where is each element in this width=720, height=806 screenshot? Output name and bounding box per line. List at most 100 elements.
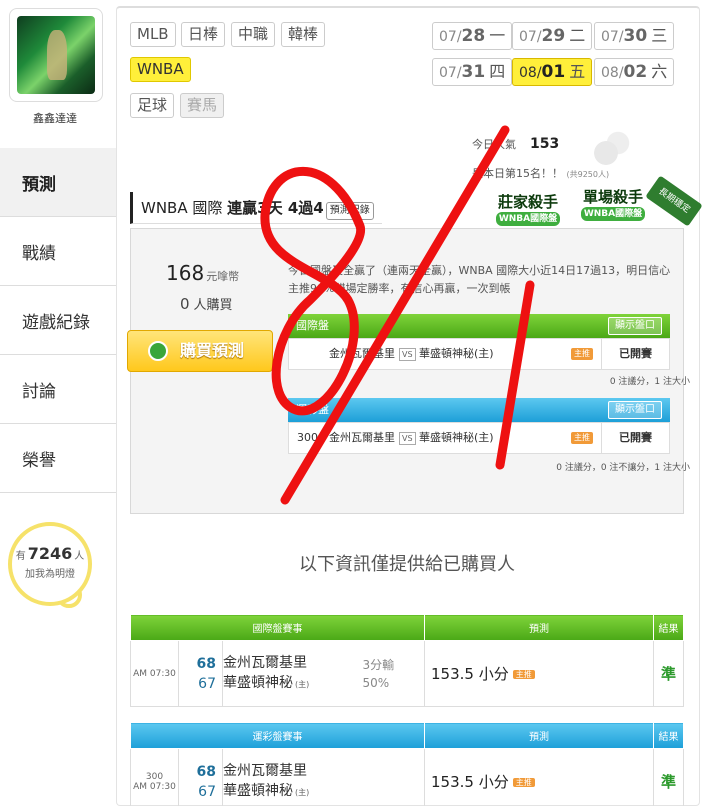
date-day: 31 <box>461 62 486 82</box>
date-day: 28 <box>461 26 486 46</box>
scores: 68 67 <box>178 640 223 707</box>
game-time: AM 07:30 <box>133 781 176 792</box>
sidebar-item-predict[interactable]: 預測 <box>0 148 116 217</box>
vs-icon: VS <box>399 348 416 361</box>
banner-league: WNBA 國際 <box>141 199 223 217</box>
away-team: 金州瓦爾基里 <box>329 431 395 444</box>
home-tag: (主) <box>295 679 310 689</box>
date-day: 02 <box>623 62 648 82</box>
main-pick-tag: 主推 <box>571 348 593 360</box>
date-day: 30 <box>623 26 648 46</box>
prediction-cell: 153.5 小分 主推 <box>424 640 654 707</box>
result-header-event: 國際盤賽事 <box>130 614 425 641</box>
buyers-only-notice: 以下資訊僅提供給已購買人 <box>299 554 515 575</box>
game-code: 300 <box>145 771 164 782</box>
avatar[interactable] <box>9 8 103 102</box>
league-tab-wnba[interactable]: WNBA <box>130 57 191 82</box>
home-team: 華盛頓神秘 <box>223 782 293 799</box>
main-pick-tag: 主推 <box>571 432 593 444</box>
away-team: 金州瓦爾基里 <box>223 762 307 779</box>
league-tab-kbo[interactable]: 韓棒 <box>281 22 326 47</box>
margin <box>362 748 425 806</box>
result-cell: 準 <box>653 640 684 707</box>
prediction-cell: 153.5 小分 主推 <box>424 748 654 806</box>
buyers-value: 0 <box>180 295 190 313</box>
popularity-value: 153 <box>530 136 560 152</box>
buyers-unit: 人購買 <box>193 298 233 313</box>
prediction-value: 153.5 小分 <box>431 665 509 683</box>
result-header-result: 結果 <box>653 722 684 749</box>
sidebar-item-discussion[interactable]: 討論 <box>0 355 116 424</box>
vs-icon: VS <box>399 432 416 445</box>
bulb-prefix: 有 <box>15 551 26 562</box>
sidebar-item-honors[interactable]: 榮譽 <box>0 424 116 493</box>
sidebar-nav: 預測 戰績 遊戲紀錄 討論 榮譽 <box>0 148 116 493</box>
league-tab-npb[interactable]: 日棒 <box>181 22 226 47</box>
result-table-sportslottery: 運彩盤賽事 預測 結果 300 AM 07:30 68 67 金州瓦爾基里 華盛頓神秘 (主… <box>130 722 684 806</box>
date-tab-0802[interactable]: 08/02 六 <box>594 58 675 86</box>
main-pick-tag: 主推 <box>512 778 535 787</box>
date-tab-0729[interactable]: 07/29 二 <box>512 22 593 50</box>
show-odds-button[interactable]: 顯示盤口 <box>608 401 662 419</box>
sidebar-item-record[interactable]: 戰績 <box>0 217 116 286</box>
game-time-cell: AM 07:30 <box>130 640 179 707</box>
page-root: 鑫鑫達達 預測 戰績 遊戲紀錄 討論 榮譽 有 7246 人 加我為明燈 MLB 日… <box>0 0 720 806</box>
sidebar: 鑫鑫達達 預測 戰績 遊戲紀錄 討論 榮譽 有 7246 人 加我為明燈 <box>0 0 116 806</box>
date-weekday: 五 <box>569 62 586 81</box>
market-footer: 0 注議分，1 注大小 <box>609 377 690 387</box>
price: 168 元嗱幣 <box>166 261 239 285</box>
market-header-sportslottery: 運彩盤 顯示盤口 <box>288 398 670 422</box>
home-team: 華盛頓神秘(主) <box>419 347 494 360</box>
market-name: 運彩盤 <box>296 403 329 416</box>
show-odds-button[interactable]: 顯示盤口 <box>608 317 662 335</box>
result-cell: 準 <box>653 748 684 806</box>
league-tab-mlb[interactable]: MLB <box>130 22 176 47</box>
sidebar-item-game-log[interactable]: 遊戲紀錄 <box>0 286 116 355</box>
badge-single-killer: 單場殺手 WNBA國際盤 <box>575 187 651 227</box>
league-tab-cpbl[interactable]: 中職 <box>231 22 276 47</box>
result-header-result: 結果 <box>653 614 684 641</box>
date-month: 07/ <box>519 29 542 45</box>
lightbulb-follow-widget[interactable]: 有 7246 人 加我為明燈 <box>8 522 92 606</box>
date-month: 07/ <box>439 29 462 45</box>
price-value: 168 <box>166 261 205 285</box>
league-tab-soccer[interactable]: 足球 <box>130 93 175 118</box>
date-tab-0728[interactable]: 07/28 一 <box>432 22 513 50</box>
date-month: 08/ <box>519 65 542 81</box>
market-row-international: 金州瓦爾基里 VS 華盛頓神秘(主) 主推 已開賽 <box>288 338 670 370</box>
game-status: 已開賽 <box>601 339 669 369</box>
date-tab-0801[interactable]: 08/01 五 <box>512 58 593 86</box>
game-time-cell: 300 AM 07:30 <box>130 748 179 806</box>
banner-streak: 連贏3天 4過4 <box>227 199 324 217</box>
follow-label: 加我為明燈 <box>25 569 75 580</box>
prediction-banner: WNBA 國際 連贏3天 4過4 預測紀錄 <box>130 192 382 224</box>
prediction-value: 153.5 小分 <box>431 773 509 791</box>
margin-line2: 50% <box>362 675 390 690</box>
username[interactable]: 鑫鑫達達 <box>0 110 110 126</box>
popularity: 今日人氣 153 <box>472 136 559 152</box>
badge-title: 莊家殺手 <box>497 193 558 211</box>
teams: 金州瓦爾基里 華盛頓神秘 (主) <box>222 748 363 806</box>
date-weekday: 四 <box>489 62 506 81</box>
badge-title: 單場殺手 <box>582 188 643 206</box>
market-name: 國際盤 <box>296 319 329 332</box>
score-away: 68 <box>196 763 216 780</box>
price-unit: 元嗱幣 <box>206 270 240 283</box>
date-weekday: 三 <box>651 26 668 45</box>
bulb-unit: 人 <box>74 551 85 562</box>
margin-line1: 3分輸 <box>362 657 395 672</box>
date-day: 29 <box>541 26 566 46</box>
date-tab-0731[interactable]: 07/31 四 <box>432 58 513 86</box>
result-header-pred: 預測 <box>424 614 654 641</box>
league-tab-horse-racing[interactable]: 賽馬 <box>180 93 225 118</box>
date-month: 07/ <box>439 65 462 81</box>
scores: 68 67 <box>178 748 223 806</box>
buy-prediction-button[interactable]: 購買預測 <box>127 330 273 372</box>
home-tag: (主) <box>295 787 310 797</box>
date-tab-0730[interactable]: 07/30 三 <box>594 22 675 50</box>
badge-sub: WNBA國際盤 <box>581 207 645 221</box>
home-team: 華盛頓神秘 <box>223 674 293 691</box>
market-header-international: 國際盤 顯示盤口 <box>288 314 670 338</box>
away-team: 金州瓦爾基里 <box>329 347 395 360</box>
record-button[interactable]: 預測紀錄 <box>325 202 374 220</box>
